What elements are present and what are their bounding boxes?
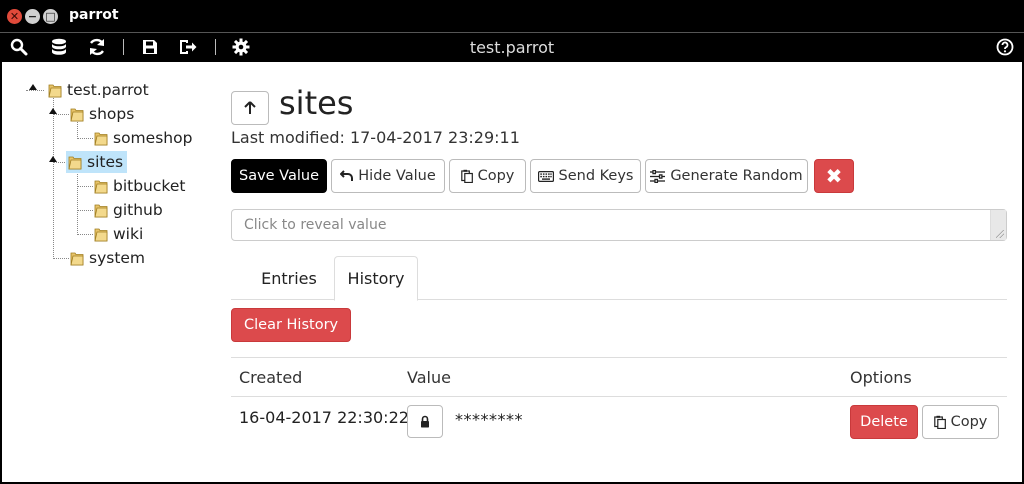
tree-node-label: someshop	[113, 129, 193, 147]
tree-node-wiki[interactable]: wiki	[92, 223, 147, 245]
value-field[interactable]: Click to reveal value	[231, 209, 1007, 241]
app-title: test.parrot	[469, 38, 555, 57]
keyboard-icon	[537, 170, 554, 182]
generate-random-button[interactable]: Generate Random	[645, 159, 808, 193]
window-title: parrot	[69, 7, 119, 23]
folder-icon	[48, 84, 62, 97]
value-placeholder: Click to reveal value	[244, 217, 387, 233]
close-icon: ✖	[825, 164, 843, 188]
tree-connector	[77, 234, 93, 235]
entry-tree: test.parrot shops someshop sites bitbuck…	[22, 76, 222, 286]
tree-node-sites[interactable]: sites	[66, 151, 128, 173]
entry-title: sites	[279, 84, 354, 122]
tree-node-label: system	[89, 249, 146, 267]
close-window-button[interactable]: ✕	[7, 9, 22, 24]
copy-history-label: Copy	[950, 414, 988, 430]
tree-node-label: test.parrot	[67, 81, 149, 99]
tree-connector	[77, 138, 93, 139]
last-modified-text: Last modified: 17-04-2017 23:29:11	[231, 128, 520, 147]
window-titlebar: ✕ − □ parrot	[0, 0, 1024, 32]
send-keys-label: Send Keys	[558, 168, 634, 184]
copy-value-label: Copy	[477, 168, 515, 184]
table-row: 16-04-2017 22:30:22 ******** Delete Copy	[231, 397, 1007, 447]
tree-connector	[77, 186, 93, 187]
copy-icon	[460, 169, 473, 183]
tree-node-someshop[interactable]: someshop	[92, 127, 196, 149]
column-header-options: Options	[850, 368, 912, 387]
clear-history-button[interactable]: Clear History	[231, 308, 352, 342]
tree-node-label: sites	[87, 153, 124, 171]
copy-history-button[interactable]: Copy	[922, 405, 999, 439]
tree-connector	[77, 210, 93, 211]
app-toolbar: test.parrot	[0, 32, 1024, 60]
tree-expand-caret[interactable]	[49, 108, 57, 114]
folder-icon	[68, 156, 82, 169]
tree-node-system[interactable]: system	[68, 247, 149, 269]
folder-icon	[94, 132, 108, 145]
entry-panel: sites Last modified: 17-04-2017 23:29:11…	[231, 62, 1011, 482]
lock-icon	[421, 415, 429, 428]
tree-connector	[26, 90, 44, 91]
tree-expand-caret[interactable]	[49, 156, 57, 162]
tree-connector	[53, 98, 54, 259]
copy-icon	[933, 415, 946, 429]
copy-value-button[interactable]: Copy	[449, 159, 526, 193]
tree-node-root[interactable]: test.parrot	[46, 79, 153, 101]
clear-history-label: Clear History	[244, 317, 339, 333]
maximize-window-button[interactable]: □	[43, 9, 58, 24]
tree-connector	[53, 258, 69, 259]
delete-entry-button[interactable]: ✖	[814, 159, 854, 193]
history-masked-value: ********	[455, 410, 523, 429]
column-header-value: Value	[407, 368, 451, 387]
send-keys-button[interactable]: Send Keys	[530, 159, 641, 193]
history-table: Created Value Options 16-04-2017 22:30:2…	[231, 357, 1007, 447]
folder-icon	[94, 228, 108, 241]
tree-node-shops[interactable]: shops	[68, 103, 138, 125]
tab-entries-label: Entries	[261, 268, 317, 288]
save-value-button[interactable]: Save Value	[231, 159, 327, 193]
tree-node-github[interactable]: github	[92, 199, 167, 221]
hide-value-label: Hide Value	[358, 168, 436, 184]
tree-node-label: bitbucket	[113, 177, 186, 195]
delete-history-label: Delete	[860, 414, 908, 430]
generate-random-label: Generate Random	[670, 168, 803, 184]
folder-icon	[70, 108, 84, 121]
navigate-up-button[interactable]	[231, 91, 269, 125]
reveal-value-button[interactable]	[407, 405, 443, 438]
sliders-icon	[650, 169, 666, 183]
help-icon[interactable]	[994, 36, 1016, 58]
tree-connector	[53, 114, 69, 115]
minimize-window-button[interactable]: −	[25, 9, 40, 24]
tree-node-label: shops	[89, 105, 135, 123]
tree-node-label: wiki	[113, 225, 144, 243]
tree-node-bitbucket[interactable]: bitbucket	[92, 175, 189, 197]
hide-value-button[interactable]: Hide Value	[331, 159, 445, 193]
resize-grip-icon[interactable]	[996, 230, 1004, 238]
entry-actions: Save Value Hide Value Copy Send Keys Gen…	[231, 159, 854, 193]
column-header-created: Created	[239, 368, 303, 387]
tree-expand-caret[interactable]	[29, 84, 37, 90]
tab-history[interactable]: History	[334, 256, 418, 301]
undo-icon	[340, 170, 354, 182]
tree-node-label: github	[113, 201, 163, 219]
history-created: 16-04-2017 22:30:22	[239, 408, 409, 427]
tab-history-label: History	[347, 269, 405, 288]
tab-entries[interactable]: Entries	[231, 256, 347, 300]
entry-tabs: Entries History	[231, 256, 1007, 301]
save-value-label: Save Value	[238, 168, 320, 184]
tree-connector	[77, 170, 78, 235]
delete-history-button[interactable]: Delete	[850, 405, 918, 439]
content-area: test.parrot shops someshop sites bitbuck…	[2, 62, 1022, 482]
history-table-header: Created Value Options	[231, 357, 1007, 397]
arrow-up-icon	[244, 101, 256, 114]
folder-icon	[70, 252, 84, 265]
folder-icon	[94, 180, 108, 193]
folder-icon	[94, 204, 108, 217]
